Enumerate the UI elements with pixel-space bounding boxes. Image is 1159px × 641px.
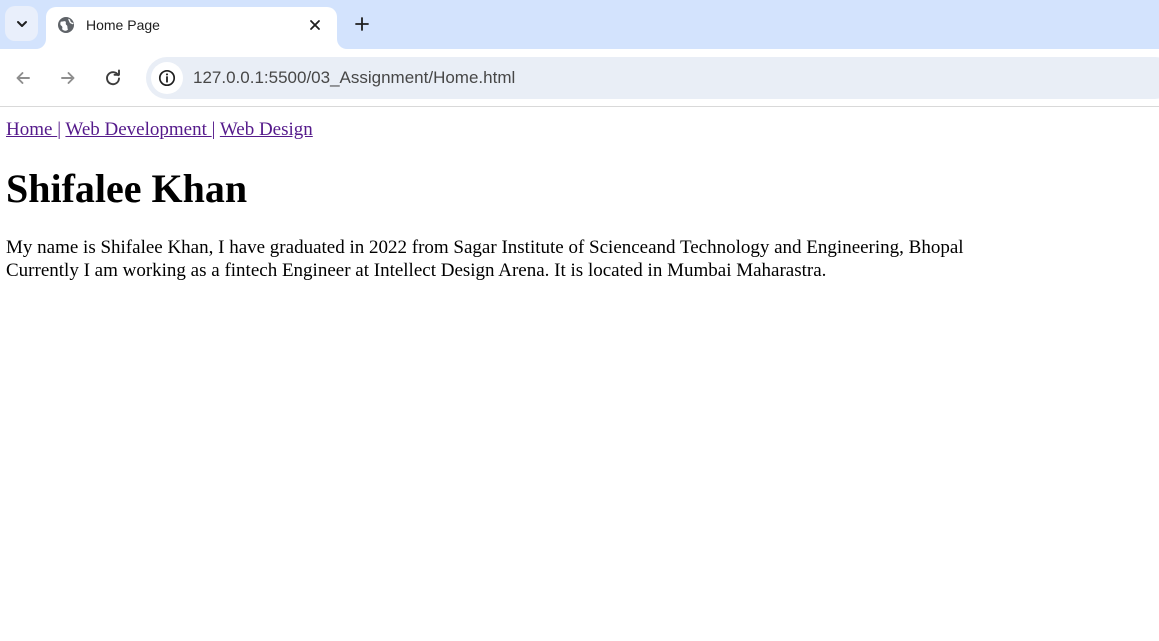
tab-home-page[interactable]: Home Page bbox=[46, 7, 337, 49]
forward-button[interactable] bbox=[56, 66, 80, 90]
nav-link-web-design[interactable]: Web Design bbox=[220, 119, 313, 140]
site-nav: Home | Web Development | Web Design bbox=[6, 118, 1153, 141]
arrow-left-icon bbox=[16, 72, 30, 84]
page-content: Home | Web Development | Web Design Shif… bbox=[0, 108, 1159, 641]
site-info-button[interactable] bbox=[151, 62, 183, 94]
reload-button[interactable] bbox=[101, 66, 125, 90]
tab-title: Home Page bbox=[86, 17, 160, 33]
bio-paragraph: My name is Shifalee Khan, I have graduat… bbox=[6, 236, 1153, 282]
tab-strip: Home Page bbox=[0, 0, 1159, 49]
address-bar[interactable]: 127.0.0.1:5500/03_Assignment/Home.html bbox=[146, 57, 1159, 99]
plus-icon bbox=[355, 17, 369, 31]
globe-icon bbox=[58, 17, 74, 33]
nav-link-web-development[interactable]: Web Development bbox=[65, 119, 211, 140]
bio-line: Currently I am working as a fintech Engi… bbox=[6, 260, 827, 281]
nav-separator: | bbox=[211, 119, 216, 140]
info-icon bbox=[158, 69, 176, 87]
bio-line: My name is Shifalee Khan, I have graduat… bbox=[6, 237, 964, 258]
nav-link-home[interactable]: Home bbox=[6, 119, 57, 140]
tab-close-button[interactable] bbox=[305, 15, 325, 35]
new-tab-button[interactable] bbox=[350, 12, 374, 36]
page-title: Shifalee Khan bbox=[6, 166, 248, 211]
reload-icon bbox=[106, 69, 120, 86]
back-button[interactable] bbox=[11, 66, 35, 90]
chevron-down-icon bbox=[16, 20, 27, 27]
url-text[interactable]: 127.0.0.1:5500/03_Assignment/Home.html bbox=[193, 68, 515, 88]
arrow-right-icon bbox=[61, 72, 75, 84]
tab-search-button[interactable] bbox=[5, 6, 38, 41]
browser-toolbar: 127.0.0.1:5500/03_Assignment/Home.html bbox=[0, 49, 1159, 107]
nav-separator: | bbox=[57, 119, 61, 140]
close-icon bbox=[310, 20, 320, 30]
